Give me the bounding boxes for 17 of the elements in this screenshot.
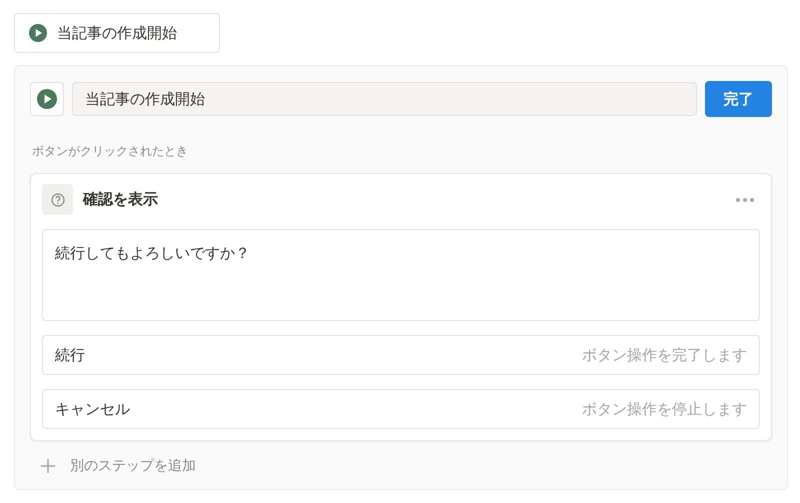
step-title: 確認を表示 <box>83 190 159 209</box>
done-button[interactable]: 完了 <box>705 81 772 117</box>
option-label: 続行 <box>55 346 85 364</box>
play-icon <box>29 24 47 42</box>
option-label: キャンセル <box>55 400 130 418</box>
help-icon <box>42 184 73 215</box>
icon-picker[interactable] <box>30 82 64 116</box>
trigger-button[interactable]: 当記事の作成開始 <box>14 13 220 53</box>
play-icon <box>37 89 57 109</box>
option-hint: ボタン操作を停止します <box>582 400 747 418</box>
name-field[interactable]: 当記事の作成開始 <box>72 82 697 116</box>
plus-icon <box>40 458 56 474</box>
option-row[interactable]: 続行 ボタン操作を完了します <box>42 335 760 375</box>
section-label: ボタンがクリックされたとき <box>32 143 189 160</box>
message-field[interactable]: 続行してもよろしいですか？ <box>42 229 760 321</box>
option-hint: ボタン操作を完了します <box>582 346 747 364</box>
option-row[interactable]: キャンセル ボタン操作を停止します <box>42 389 760 429</box>
